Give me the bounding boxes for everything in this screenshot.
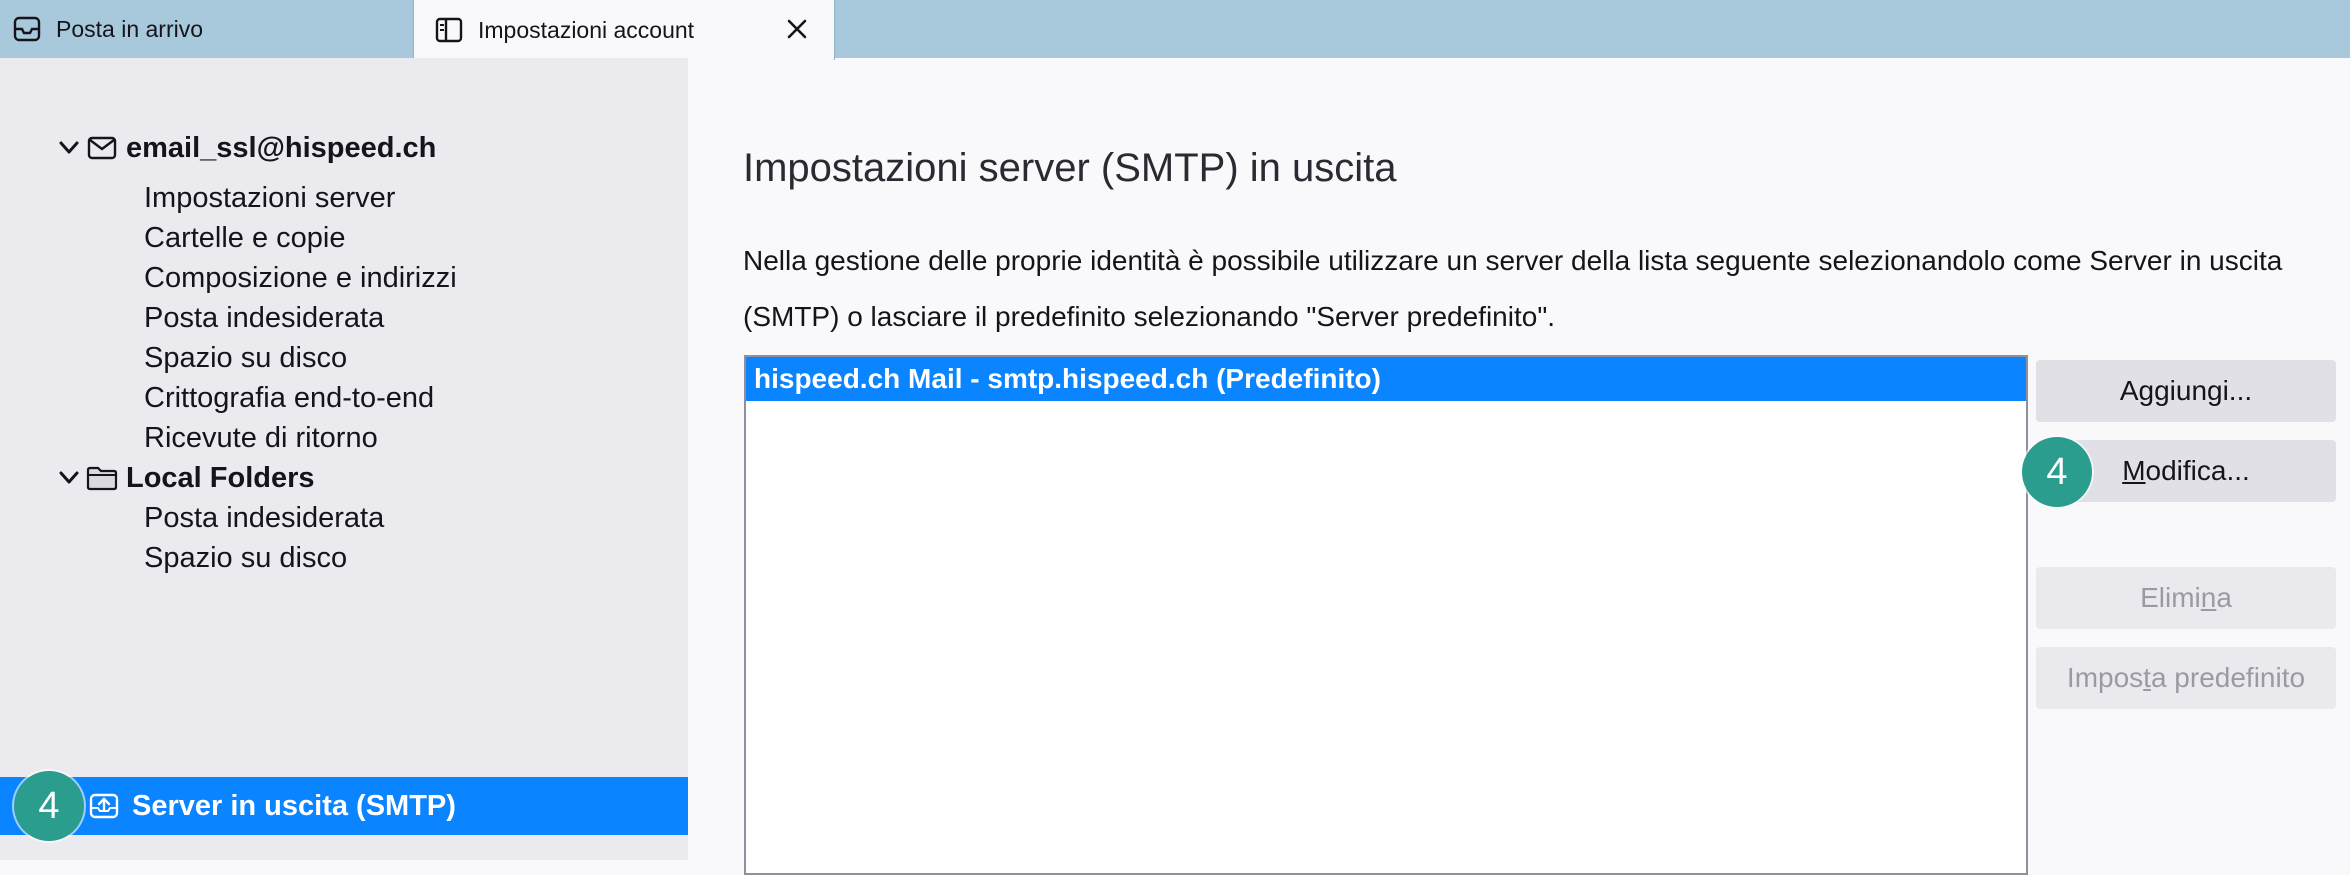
account-name: Local Folders — [126, 461, 315, 494]
outgoing-server-icon — [88, 790, 120, 822]
set-default-label-pre: Impos — [2066, 662, 2144, 693]
sidebar-item-local-disk-space[interactable]: Spazio su disco — [144, 538, 347, 578]
list-item[interactable]: hispeed.ch Mail - smtp.hispeed.ch (Prede… — [746, 357, 2026, 401]
set-default-label-post: a predefinito — [2150, 662, 2306, 693]
step-badge: 4 — [2022, 437, 2092, 507]
page-title: Impostazioni server (SMTP) in uscita — [743, 146, 1397, 190]
chevron-down-icon[interactable] — [56, 135, 82, 161]
close-icon[interactable] — [780, 12, 814, 46]
account-email-ssl[interactable]: email_ssl@hispeed.ch — [56, 128, 436, 168]
sidebar-item-outgoing-server[interactable]: Server in uscita (SMTP) — [0, 777, 688, 835]
tab-account-settings-label: Impostazioni account — [478, 16, 695, 43]
delete-button[interactable]: Elimi n a — [2036, 567, 2336, 629]
account-name: email_ssl@hispeed.ch — [126, 131, 437, 164]
delete-label-pre: Elimi — [2140, 582, 2201, 613]
sidebar-item-e2e-encryption[interactable]: Crittografia end-to-end — [144, 378, 434, 418]
smtp-server-list[interactable]: hispeed.ch Mail - smtp.hispeed.ch (Prede… — [744, 355, 2028, 875]
delete-label-post: a — [2216, 582, 2232, 613]
sidebar-item-junk[interactable]: Posta indesiderata — [144, 298, 384, 338]
tab-bar: Posta in arrivo Impostazioni account — [0, 0, 2350, 60]
tab-account-settings[interactable]: Impostazioni account — [413, 0, 835, 60]
set-default-button[interactable]: Impos t a predefinito — [2036, 647, 2336, 709]
delete-accesskey: n — [2200, 582, 2217, 613]
edit-button-accesskey: M — [2122, 455, 2146, 486]
description-text: Nella gestione delle proprie identità è … — [743, 245, 2283, 332]
sidebar-item-label: Server in uscita (SMTP) — [132, 790, 456, 822]
edit-button-label: odifica... — [2145, 455, 2250, 486]
sidebar-item-server-settings[interactable]: Impostazioni server — [144, 178, 395, 218]
mail-account-icon — [86, 132, 118, 164]
tab-inbox-label: Posta in arrivo — [56, 15, 204, 42]
inbox-icon — [10, 12, 44, 46]
sidebar-item-folders-copies[interactable]: Cartelle e copie — [144, 218, 346, 258]
account-local-folders[interactable]: Local Folders — [56, 458, 315, 498]
sidebar-item-disk-space[interactable]: Spazio su disco — [144, 338, 347, 378]
sidebar-item-composition[interactable]: Composizione e indirizzi — [144, 258, 457, 298]
tab-inbox[interactable]: Posta in arrivo — [0, 0, 412, 58]
step-badge: 4 — [14, 771, 84, 841]
settings-page-icon — [432, 13, 466, 47]
chevron-down-icon[interactable] — [56, 465, 82, 491]
set-default-accesskey: t — [2143, 662, 2151, 693]
sidebar-item-local-junk[interactable]: Posta indesiderata — [144, 498, 384, 538]
add-button[interactable]: Aggiungi... — [2036, 360, 2336, 422]
folder-icon — [86, 462, 118, 494]
sidebar-item-return-receipts[interactable]: Ricevute di ritorno — [144, 418, 378, 458]
account-sidebar: email_ssl@hispeed.ch Impostazioni server… — [0, 58, 688, 860]
